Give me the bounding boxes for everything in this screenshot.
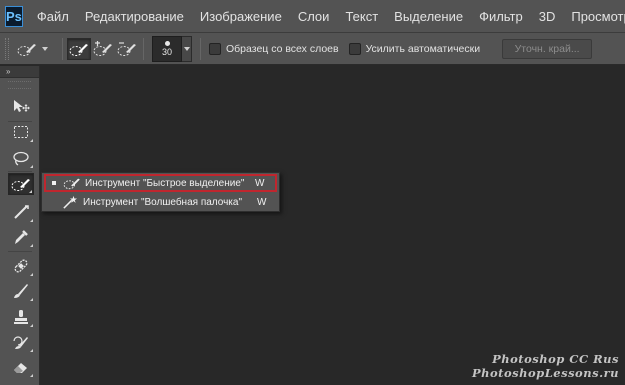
menu-filter[interactable]: Фильтр	[471, 0, 531, 33]
brush-preview: 30	[152, 35, 182, 62]
tool-group-indicator	[30, 165, 33, 168]
menu-edit[interactable]: Редактирование	[77, 0, 192, 33]
lasso-tool[interactable]	[8, 147, 34, 169]
separator	[143, 37, 144, 60]
collapse-panel-icon[interactable]: »	[6, 67, 11, 76]
healing-brush-tool[interactable]	[8, 255, 34, 277]
quick-selection-menu-label: Инструмент "Быстрое выделение"	[85, 177, 245, 189]
tools-panel-grip[interactable]	[8, 81, 31, 89]
quick-selection-icon	[62, 176, 82, 190]
watermark: Photoshop CC Rus PhotoshopLessons.ru	[472, 352, 619, 380]
tools-panel-header[interactable]: »	[0, 66, 39, 78]
brush-size-picker[interactable]: 30	[152, 35, 192, 62]
chevron-down-icon	[42, 46, 48, 51]
crop-tool[interactable]	[8, 201, 34, 223]
brush-icon	[14, 284, 28, 298]
new-selection-button[interactable]	[67, 37, 91, 60]
menu-3d[interactable]: 3D	[531, 0, 564, 33]
menu-image[interactable]: Изображение	[192, 0, 290, 33]
quick-selection-icon	[15, 38, 39, 60]
add-to-selection-button[interactable]	[91, 38, 115, 60]
magic-wand-menu-item[interactable]: Инструмент "Волшебная палочка" W	[44, 193, 277, 211]
chevron-down-icon	[183, 46, 190, 51]
tools-panel: »	[0, 66, 40, 385]
separator	[200, 37, 201, 60]
eraser-icon	[14, 363, 27, 373]
document-workspace[interactable]	[41, 66, 625, 385]
eyedropper-icon	[15, 230, 28, 244]
eraser-tool[interactable]	[8, 356, 34, 378]
separator	[62, 37, 63, 60]
tool-group-indicator	[30, 374, 33, 377]
clone-stamp-tool[interactable]	[8, 306, 34, 328]
magic-wand-icon	[60, 195, 80, 209]
selected-bullet	[46, 181, 62, 185]
menu-select[interactable]: Выделение	[386, 0, 471, 33]
bandage-icon	[14, 259, 28, 273]
menu-type[interactable]: Текст	[337, 0, 386, 33]
brush-dropdown-button[interactable]	[182, 35, 192, 62]
tool-group-indicator	[29, 190, 32, 193]
quick-selection-shortcut: W	[255, 177, 265, 189]
divider	[8, 171, 32, 172]
rect-marquee-icon	[14, 126, 28, 138]
tool-group-indicator	[30, 273, 33, 276]
subtract-from-selection-icon	[117, 41, 136, 56]
photoshop-logo: Ps	[5, 5, 23, 27]
tool-group-indicator	[30, 298, 33, 301]
subtract-from-selection-button[interactable]	[115, 38, 139, 60]
magic-wand-shortcut: W	[257, 196, 267, 208]
checkbox-box[interactable]	[348, 42, 361, 55]
sample-all-layers-checkbox[interactable]: Образец со всех слоев	[209, 42, 339, 55]
divider	[8, 251, 32, 252]
crop-icon	[14, 205, 29, 219]
brush-size-value: 30	[161, 46, 172, 57]
history-brush-tool[interactable]	[8, 331, 34, 353]
move-icon	[14, 100, 30, 112]
quick-selection-menu-item[interactable]: Инструмент "Быстрое выделение" W	[44, 174, 277, 192]
tool-group-indicator	[30, 219, 33, 222]
sample-all-layers-label: Образец со всех слоев	[226, 42, 339, 55]
quick-selection-icon	[11, 179, 30, 191]
checkbox-box[interactable]	[209, 42, 221, 55]
options-bar: 30 Образец со всех слоев Усилить автомат…	[0, 33, 625, 65]
options-bar-grip[interactable]	[5, 37, 9, 60]
tool-group-indicator	[30, 244, 33, 247]
brush-tip-icon	[164, 40, 170, 46]
tool-flyout-menu: Инструмент "Быстрое выделение" W Инструм…	[41, 172, 280, 212]
watermark-line-2: PhotoshopLessons.ru	[472, 366, 619, 380]
menu-view[interactable]: Просмотр	[563, 0, 625, 33]
stamp-icon	[14, 310, 28, 324]
new-selection-icon	[69, 43, 88, 56]
menu-file[interactable]: Файл	[29, 0, 77, 33]
marquee-tool[interactable]	[8, 121, 34, 143]
add-to-selection-icon	[93, 40, 112, 56]
tool-group-indicator	[30, 349, 33, 352]
auto-enhance-checkbox[interactable]: Усилить автоматически	[348, 42, 481, 55]
eyedropper-tool[interactable]	[8, 226, 34, 248]
tool-group-indicator	[30, 324, 33, 327]
refine-edge-button[interactable]: Уточн. край...	[502, 38, 593, 59]
watermark-line-1: Photoshop CC Rus	[492, 352, 619, 366]
magic-wand-menu-label: Инструмент "Волшебная палочка"	[83, 196, 242, 208]
lasso-icon	[13, 151, 29, 166]
auto-enhance-label: Усилить автоматически	[365, 42, 481, 55]
brush-tool[interactable]	[8, 280, 34, 302]
menu-layer[interactable]: Слои	[290, 0, 338, 33]
quick-selection-tool[interactable]	[8, 173, 34, 195]
tool-group-indicator	[30, 139, 33, 142]
move-tool[interactable]	[8, 95, 34, 117]
history-brush-icon	[13, 336, 28, 349]
tool-preset-picker[interactable]	[15, 38, 48, 60]
menu-bar: Ps Файл Редактирование Изображение Слои …	[0, 0, 625, 33]
